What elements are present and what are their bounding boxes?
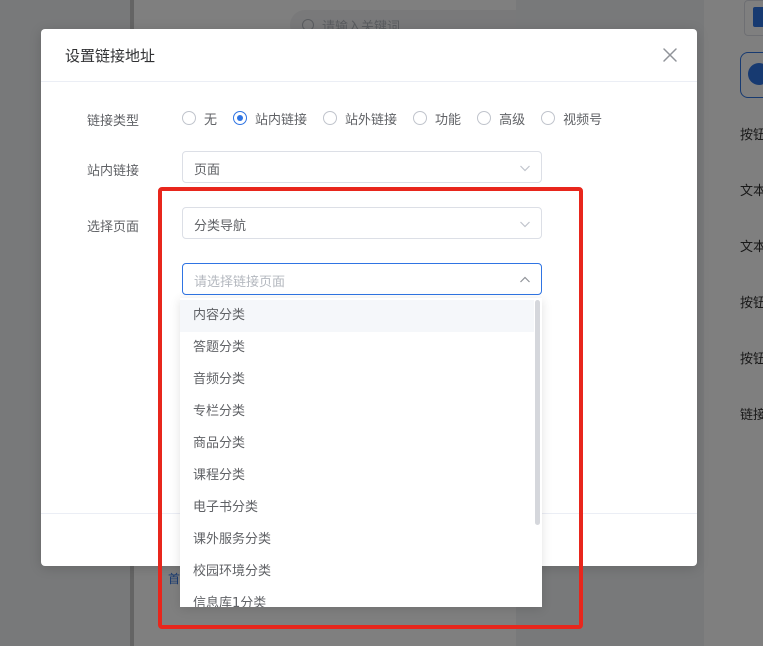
radio-circle-icon: [182, 111, 196, 125]
dialog-header: 设置链接地址: [41, 29, 697, 82]
dropdown-item-extracurricular-category[interactable]: 课外服务分类: [180, 524, 534, 556]
dropdown-item-ebook-category[interactable]: 电子书分类: [180, 492, 534, 524]
chevron-down-icon: [520, 165, 530, 172]
dropdown-item-quiz-category[interactable]: 答题分类: [180, 332, 534, 364]
dropdown-item-campus-category[interactable]: 校园环境分类: [180, 556, 534, 588]
site-link-label: 站内链接: [87, 164, 140, 179]
radio-function[interactable]: 功能: [413, 109, 461, 128]
radio-label: 无: [204, 112, 218, 128]
dropdown-scrollbar[interactable]: [535, 300, 540, 606]
select-value: 分类导航: [194, 219, 247, 234]
radio-site-link[interactable]: 站内链接: [233, 109, 307, 128]
chevron-up-icon: [520, 276, 530, 283]
radio-label: 功能: [435, 112, 462, 128]
radio-external-link[interactable]: 站外链接: [323, 109, 397, 128]
radio-label: 站外链接: [345, 112, 398, 128]
dropdown-item-column-category[interactable]: 专栏分类: [180, 396, 534, 428]
link-page-select[interactable]: 请选择链接页面: [182, 263, 542, 295]
page-type-select[interactable]: 分类导航: [182, 207, 542, 239]
radio-circle-icon: [323, 111, 338, 125]
radio-none[interactable]: 无: [182, 109, 217, 128]
scrollbar-thumb[interactable]: [535, 300, 540, 525]
dropdown-item-product-category[interactable]: 商品分类: [180, 428, 534, 460]
radio-circle-icon: [413, 111, 428, 125]
chevron-down-icon: [520, 221, 530, 228]
dropdown-list: 内容分类 答题分类 音频分类 专栏分类 商品分类 课程分类 电子书分类 课外服务…: [180, 300, 534, 607]
radio-advanced[interactable]: 高级: [477, 109, 525, 128]
select-value: 页面: [194, 163, 221, 178]
select-placeholder: 请选择链接页面: [194, 275, 286, 290]
link-page-dropdown: 内容分类 答题分类 音频分类 专栏分类 商品分类 课程分类 电子书分类 课外服务…: [180, 298, 542, 607]
link-type-radio-group: 无 站内链接 站外链接 功能 高级 视频号: [182, 108, 618, 128]
radio-circle-icon: [541, 111, 556, 125]
select-page-label: 选择页面: [87, 220, 140, 235]
dropdown-item-infobase-category[interactable]: 信息库1分类: [180, 588, 534, 607]
radio-circle-icon: [233, 111, 248, 125]
dropdown-item-course-category[interactable]: 课程分类: [180, 460, 534, 492]
radio-video-channel[interactable]: 视频号: [541, 109, 602, 128]
dialog-title: 设置链接地址: [65, 47, 156, 65]
radio-circle-icon: [477, 111, 492, 125]
dropdown-item-audio-category[interactable]: 音频分类: [180, 364, 534, 396]
close-icon[interactable]: [661, 46, 679, 64]
link-type-label: 链接类型: [87, 114, 140, 129]
radio-label: 站内链接: [255, 112, 308, 128]
dropdown-item-content-category[interactable]: 内容分类: [180, 300, 534, 332]
radio-label: 高级: [499, 112, 526, 128]
radio-label: 视频号: [563, 112, 603, 128]
site-link-select[interactable]: 页面: [182, 151, 542, 183]
